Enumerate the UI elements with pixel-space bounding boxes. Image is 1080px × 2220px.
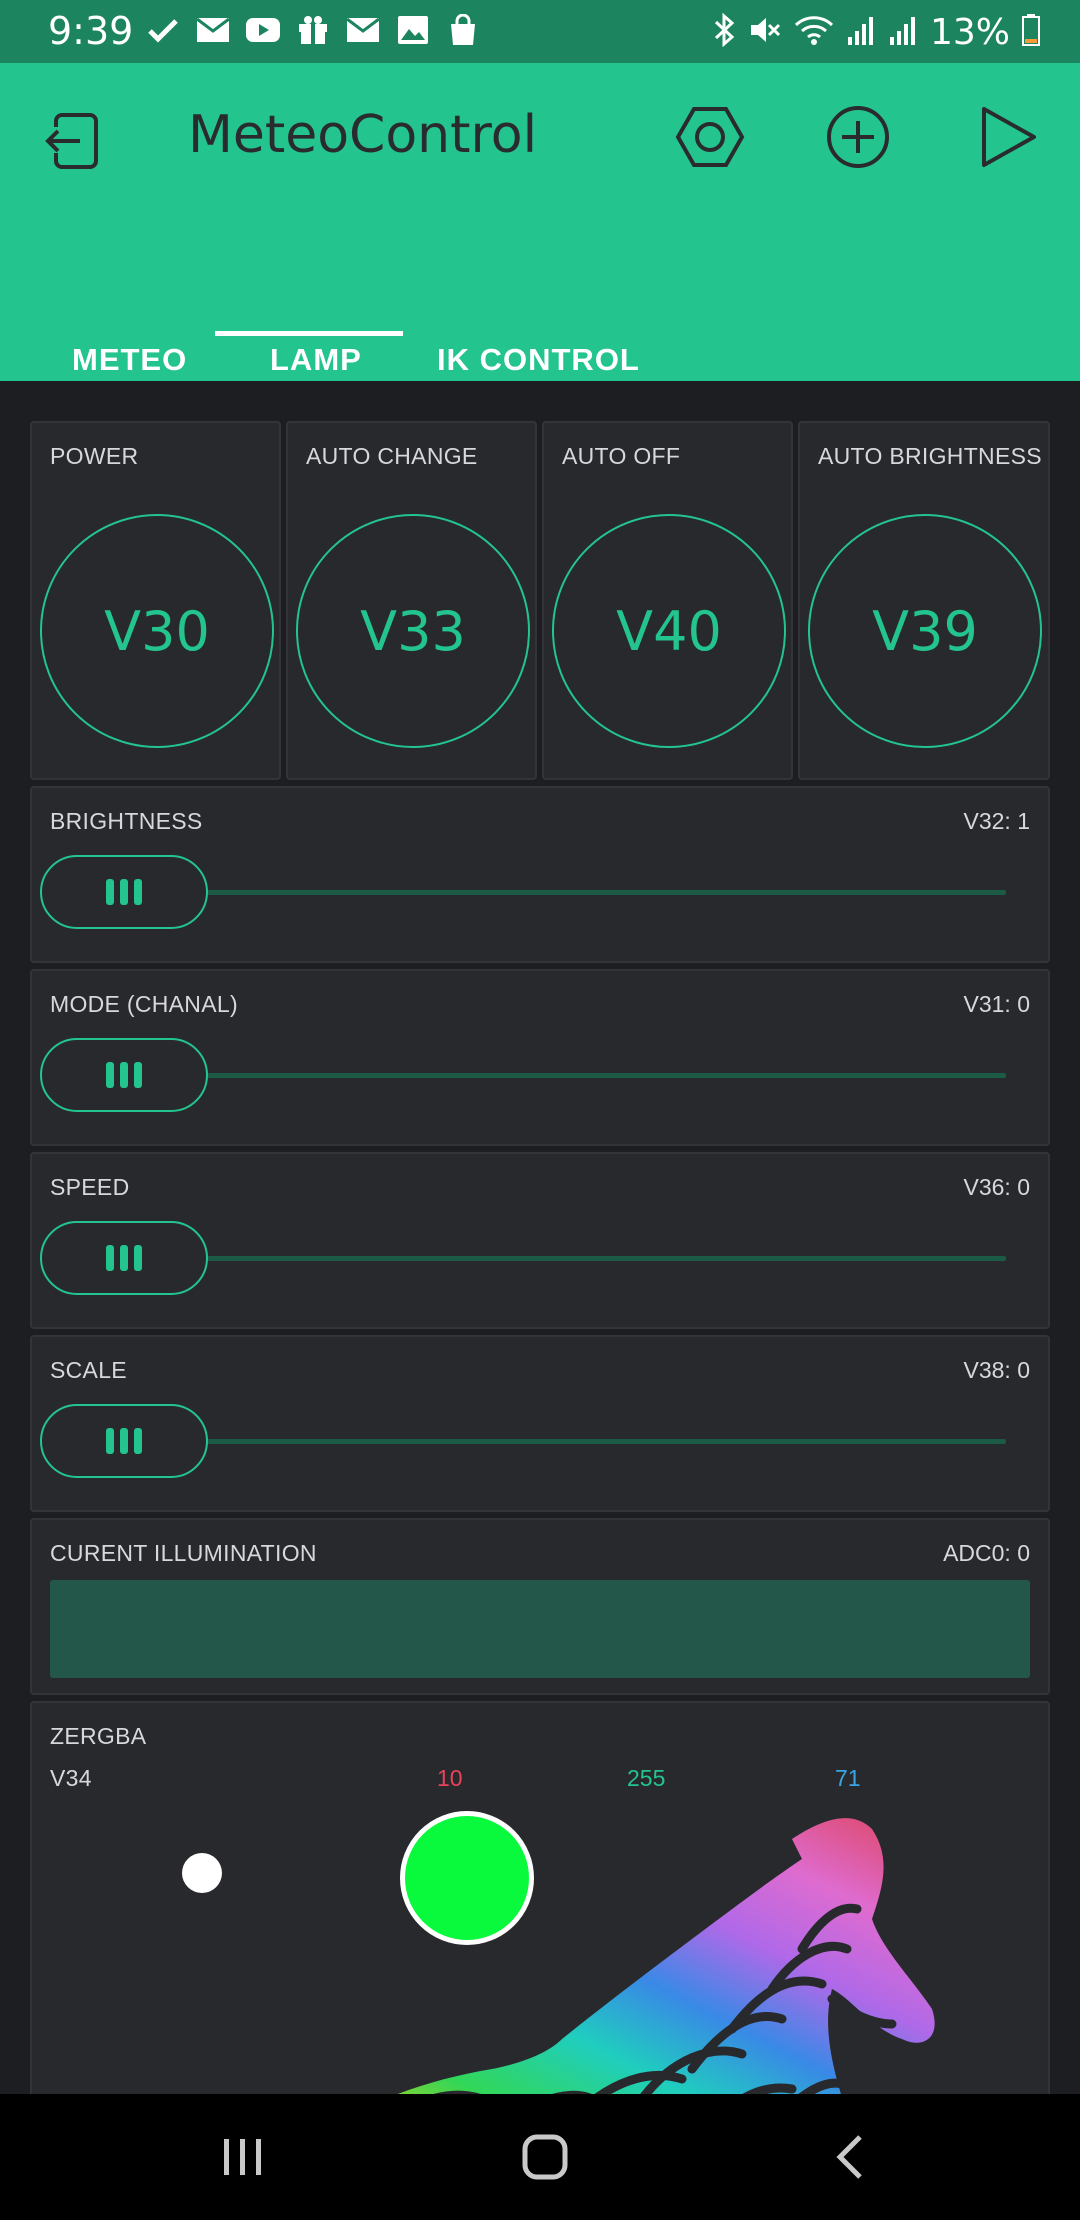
speed-slider-widget: SPEED V36: 0: [30, 1152, 1050, 1329]
slider-value: V31: 0: [963, 991, 1031, 1017]
slider-thumb[interactable]: [40, 1404, 208, 1478]
tab-label: LAMP: [270, 342, 362, 377]
settings-hexagon-icon[interactable]: [674, 101, 746, 173]
auto-change-button[interactable]: V33: [296, 514, 530, 748]
auto-brightness-button[interactable]: V39: [808, 514, 1042, 748]
grip-line: [120, 1245, 128, 1271]
wifi-icon: [794, 13, 834, 52]
widget-title: AUTO BRIGHTNESS: [818, 443, 1042, 469]
slider-track[interactable]: [192, 1439, 1006, 1444]
youtube-icon: [245, 12, 281, 48]
slider-track[interactable]: [192, 1256, 1006, 1261]
tab-meteo[interactable]: METEO: [72, 270, 187, 381]
tab-lamp[interactable]: LAMP: [270, 270, 362, 381]
battery-percent: 13%: [929, 12, 1010, 53]
app-title: MeteoControl: [188, 105, 538, 165]
widget-title: AUTO CHANGE: [306, 443, 478, 469]
selected-color-swatch: [400, 1811, 534, 1945]
mail-icon: [345, 12, 381, 48]
back-icon[interactable]: [40, 105, 110, 175]
grip-line: [106, 879, 114, 905]
battery-icon: [1022, 14, 1040, 51]
status-notification-icons: [145, 12, 481, 48]
slider-thumb[interactable]: [40, 1221, 208, 1295]
grip-line: [134, 1245, 142, 1271]
grip-line: [134, 879, 142, 905]
widget-title: POWER: [50, 443, 139, 469]
red-value: 10: [437, 1765, 463, 1791]
play-icon[interactable]: [970, 101, 1042, 173]
status-bar: 9:39 13%: [0, 0, 1080, 63]
back-icon[interactable]: [815, 2124, 885, 2190]
signal-icon: [846, 13, 876, 52]
tab-label: METEO: [72, 342, 188, 377]
widget-title: CURENT ILLUMINATION: [50, 1540, 317, 1566]
gift-icon: [295, 12, 331, 48]
bluetooth-icon: [712, 12, 736, 52]
illumination-level-widget: CURENT ILLUMINATION ADC0: 0: [30, 1518, 1050, 1695]
green-value: 255: [627, 1765, 666, 1791]
zergba-widget: ZERGBA V34 10 255 71: [30, 1701, 1050, 2094]
recents-icon[interactable]: [208, 2124, 278, 2190]
status-time: 9:39: [48, 9, 134, 53]
grip-line: [106, 1062, 114, 1088]
auto-brightness-widget: AUTO BRIGHTNESS V39: [798, 421, 1050, 780]
widget-title: MODE (CHANAL): [50, 991, 238, 1017]
slider-thumb[interactable]: [40, 855, 208, 929]
screen: 9:39 13% MeteoControl METEO LAMP IK CONT…: [0, 0, 1080, 2220]
button-pin: V33: [360, 599, 466, 663]
widget-title: BRIGHTNESS: [50, 808, 203, 834]
widget-title: ZERGBA: [50, 1723, 147, 1749]
add-icon[interactable]: [822, 101, 894, 173]
grip-line: [106, 1245, 114, 1271]
zergba-handle[interactable]: [182, 1853, 222, 1893]
auto-change-widget: AUTO CHANGE V33: [286, 421, 537, 780]
power-button[interactable]: V30: [40, 514, 274, 748]
status-system-icons: 13%: [712, 12, 1040, 53]
grip-line: [134, 1428, 142, 1454]
grip-line: [134, 1062, 142, 1088]
mail-icon: [195, 12, 231, 48]
home-icon[interactable]: [510, 2124, 580, 2190]
grip-line: [120, 1428, 128, 1454]
tab-ik-control[interactable]: IK CONTROL: [437, 270, 640, 381]
auto-off-button[interactable]: V40: [552, 514, 786, 748]
zergba-pin: V34: [50, 1765, 92, 1791]
power-widget: POWER V30: [30, 421, 281, 780]
slider-value: V36: 0: [963, 1174, 1031, 1200]
image-icon: [395, 12, 431, 48]
dashboard: POWER V30 AUTO CHANGE V33 AUTO OFF V40 A…: [0, 381, 1080, 2094]
slider-track[interactable]: [192, 890, 1006, 895]
active-tab-indicator: [215, 331, 403, 336]
button-pin: V40: [616, 599, 722, 663]
tab-label: IK CONTROL: [437, 342, 640, 377]
level-bar: [50, 1580, 1030, 1678]
zebra-color-picker[interactable]: [232, 1799, 992, 2094]
grip-line: [106, 1428, 114, 1454]
mute-icon: [748, 13, 782, 52]
slider-value: V38: 0: [963, 1357, 1031, 1383]
brightness-slider-widget: BRIGHTNESS V32: 1: [30, 786, 1050, 963]
shopping-bag-icon: [445, 12, 481, 48]
tab-bar: METEO LAMP IK CONTROL: [0, 270, 1080, 381]
level-value: ADC0: 0: [943, 1540, 1030, 1566]
navigation-bar: [0, 2094, 1080, 2220]
mode-slider-widget: MODE (CHANAL) V31: 0: [30, 969, 1050, 1146]
auto-off-widget: AUTO OFF V40: [542, 421, 793, 780]
signal-icon: [888, 13, 918, 52]
widget-title: AUTO OFF: [562, 443, 681, 469]
slider-value: V32: 1: [963, 808, 1031, 834]
grip-line: [120, 879, 128, 905]
slider-track[interactable]: [192, 1073, 1006, 1078]
scale-slider-widget: SCALE V38: 0: [30, 1335, 1050, 1512]
blue-value: 71: [835, 1765, 861, 1791]
button-pin: V39: [872, 599, 978, 663]
check-icon: [145, 12, 181, 48]
button-pin: V30: [104, 599, 210, 663]
app-bar: MeteoControl METEO LAMP IK CONTROL: [0, 63, 1080, 381]
widget-title: SCALE: [50, 1357, 127, 1383]
slider-thumb[interactable]: [40, 1038, 208, 1112]
widget-title: SPEED: [50, 1174, 130, 1200]
grip-line: [120, 1062, 128, 1088]
